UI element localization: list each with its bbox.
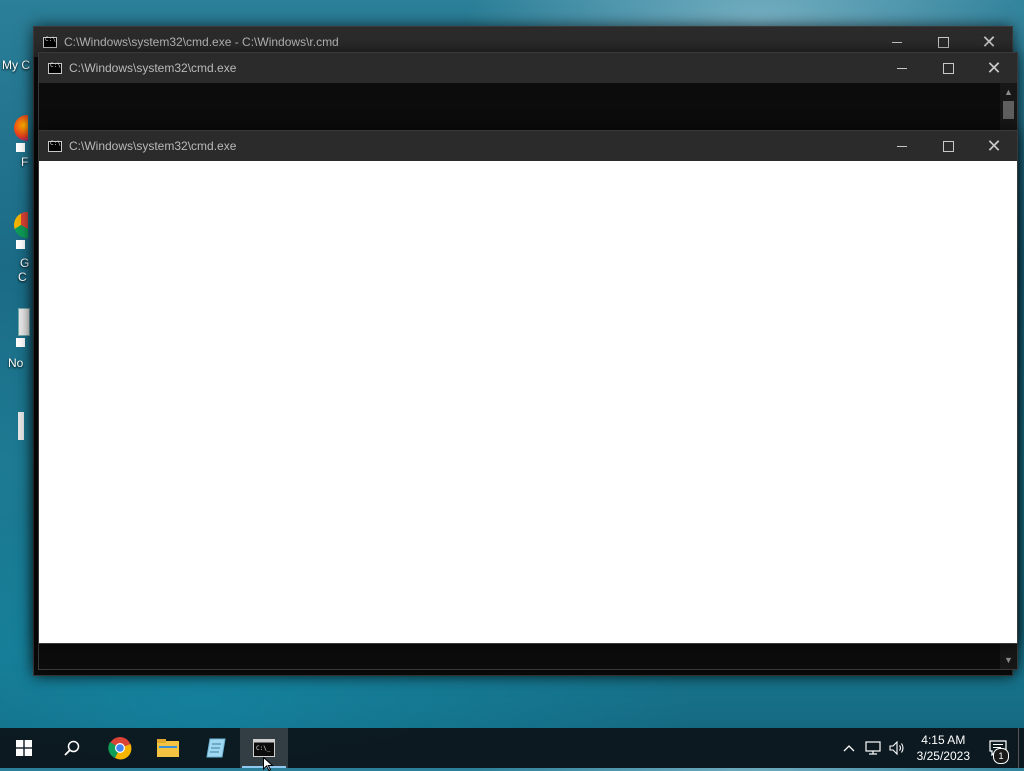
chrome-icon [108,737,132,760]
scroll-down-arrow-icon[interactable]: ▼ [1000,653,1017,667]
close-icon: ✕ [981,31,997,53]
cmd-window-front[interactable]: C:\Windows\system32\cmd.exe ✕ [38,130,1018,644]
desktop-icon-my-computer[interactable]: My C [2,58,30,72]
desktop-icon-firefox[interactable]: F [14,115,32,169]
scroll-up-arrow-icon[interactable]: ▲ [1000,85,1017,99]
show-desktop-button[interactable] [1018,728,1024,768]
maximize-icon [937,36,949,48]
desktop-icon-label: G [20,256,30,270]
cmd-app-icon [48,62,62,74]
console-area[interactable] [39,161,1017,643]
firefox-icon [14,115,28,141]
chevron-up-icon [843,745,855,752]
file-explorer-icon [157,739,179,757]
start-button[interactable] [0,728,48,768]
clock-date: 3/25/2023 [916,749,970,763]
close-button[interactable]: ✕ [971,53,1017,83]
window-title: C:\Windows\system32\cmd.exe [69,61,237,75]
maximize-button[interactable] [925,53,971,83]
shortcut-arrow-icon [16,240,25,249]
desktop-icon-partial[interactable] [18,412,24,440]
notepad-icon [18,308,30,336]
cmd-app-icon [43,36,57,48]
shortcut-arrow-icon [16,338,25,347]
window-title: C:\Windows\system32\cmd.exe [69,139,237,153]
close-icon: ✕ [986,57,1002,79]
maximize-icon [942,62,954,74]
titlebar[interactable]: C:\Windows\system32\cmd.exe ✕ [39,131,1017,161]
command-prompt-icon: C:\_ [253,739,275,757]
shortcut-arrow-icon [16,143,25,152]
taskbar: C:\_ 4:15 AM 3/25/2023 1 [0,728,1024,768]
chrome-icon [14,212,28,238]
svg-text:C:\_: C:\_ [256,745,271,752]
taskbar-notepad[interactable] [192,728,240,768]
action-center-button[interactable]: 1 [978,728,1018,768]
network-button[interactable] [861,728,885,768]
notification-badge: 1 [993,748,1009,764]
volume-button[interactable] [885,728,909,768]
desktop-icon-chrome[interactable]: G C [14,212,32,284]
desktop-icon-label: C [18,270,27,284]
taskbar-file-explorer[interactable] [144,728,192,768]
speaker-icon [889,741,904,755]
taskbar-chrome[interactable] [96,728,144,768]
cmd-app-icon [48,140,62,152]
titlebar[interactable]: C:\Windows\system32\cmd.exe ✕ [39,53,1017,83]
notepad-icon [206,738,226,758]
desktop-icon-label: F [21,155,29,169]
window-title: C:\Windows\system32\cmd.exe - C:\Windows… [64,35,339,49]
close-button[interactable]: ✕ [971,131,1017,161]
mouse-cursor-icon [263,757,274,771]
show-hidden-icons-button[interactable] [837,728,861,768]
desktop-icon-notepad[interactable]: No [8,308,34,370]
network-icon [865,741,881,755]
minimize-icon [897,67,907,69]
scroll-thumb[interactable] [1003,101,1014,119]
windows-start-icon [16,740,32,756]
minimize-icon [892,41,902,43]
desktop-icon-label: No [8,356,24,370]
search-button[interactable] [48,728,96,768]
desktop-icon-label: My C [2,58,30,72]
clock[interactable]: 4:15 AM 3/25/2023 [909,732,978,764]
search-icon [64,740,80,756]
minimize-button[interactable] [879,131,925,161]
system-tray: 4:15 AM 3/25/2023 1 [837,728,1024,768]
minimize-button[interactable] [879,53,925,83]
minimize-icon [897,145,907,147]
close-icon: ✕ [986,135,1002,157]
maximize-button[interactable] [925,131,971,161]
maximize-icon [942,140,954,152]
clock-time: 4:15 AM [921,733,966,747]
